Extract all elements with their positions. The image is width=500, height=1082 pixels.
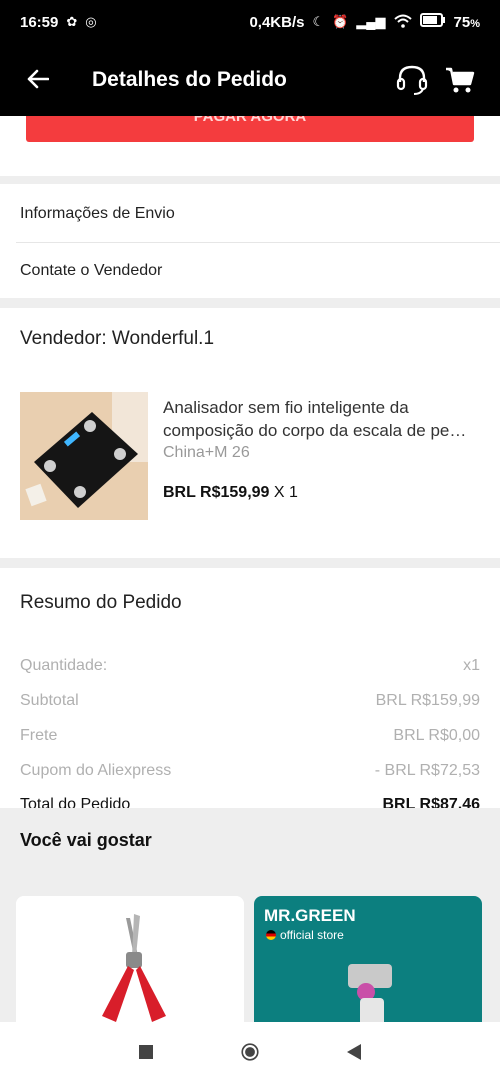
summary-title: Resumo do Pedido — [20, 592, 182, 613]
nail-clipper-image — [16, 896, 244, 1022]
product-qty: X 1 — [273, 484, 298, 501]
product-variant: China+M 26 — [163, 444, 250, 461]
product-image[interactable] — [20, 392, 148, 520]
sync-icon: ◎ — [85, 14, 97, 29]
scale-image — [20, 392, 148, 520]
germany-flag-icon — [266, 930, 276, 940]
app-bar: Detalhes do Pedido — [0, 44, 500, 116]
summary-value: - BRL R$72,53 — [374, 762, 480, 779]
status-bar: 16:59 ✿ ◎ 0,4KB/s ☾ ⏰ ▂▄▆ 75% — [0, 0, 500, 44]
signal-icon: ▂▄▆ — [356, 14, 386, 29]
clipper-product-image — [348, 964, 392, 1022]
system-back-button[interactable] — [345, 1043, 363, 1061]
arrow-left-icon — [27, 69, 50, 88]
headset-icon — [396, 65, 428, 95]
contact-seller-link[interactable]: Contate o Vendedor — [0, 243, 500, 299]
order-details-content[interactable]: PAGAR AGORA Informações de Envio Contate… — [0, 116, 500, 1022]
product-price-line: BRL R$159,99 X 1 — [163, 484, 298, 502]
summary-label: Frete — [20, 727, 58, 744]
summary-value: x1 — [463, 657, 480, 674]
section-divider — [0, 176, 500, 184]
moon-icon: ☾ — [312, 14, 325, 29]
home-button[interactable] — [241, 1043, 259, 1061]
recent-apps-button[interactable] — [137, 1043, 155, 1061]
cart-button[interactable] — [436, 66, 484, 94]
brand-name: MR.GREEN — [264, 906, 356, 925]
system-nav-bar — [0, 1022, 500, 1082]
recommendations-section: Você vai gostar MR.GREEN official store — [0, 808, 500, 1022]
battery-level: 75 — [453, 13, 471, 31]
shipping-info-link[interactable]: Informações de Envio — [0, 186, 500, 242]
summary-row: Quantidade: x1 — [20, 657, 480, 675]
support-button[interactable] — [388, 64, 436, 96]
recommendations-title: Você vai gostar — [20, 830, 152, 850]
pay-now-button[interactable]: PAGAR AGORA — [26, 116, 474, 142]
status-time: 16:59 — [20, 13, 59, 31]
summary-label: Cupom do Aliexpress — [20, 762, 172, 779]
official-store-label: official store — [280, 928, 344, 942]
notification-icon: ✿ — [66, 14, 78, 29]
page-title: Detalhes do Pedido — [92, 68, 287, 91]
circle-home-icon — [241, 1043, 259, 1061]
battery-icon — [419, 13, 446, 31]
alarm-icon: ⏰ — [332, 14, 349, 29]
section-divider — [0, 558, 500, 568]
summary-label: Quantidade: — [20, 657, 108, 674]
seller-name[interactable]: Vendedor: Wonderful.1 — [20, 328, 214, 350]
cart-icon — [446, 67, 475, 93]
net-speed: 0,4KB/s — [249, 13, 305, 31]
summary-value: BRL R$159,99 — [375, 692, 480, 709]
summary-label: Subtotal — [20, 692, 79, 709]
triangle-back-icon — [347, 1044, 361, 1060]
summary-row: Cupom do Aliexpress - BRL R$72,53 — [20, 762, 480, 780]
product-name[interactable]: Analisador sem fio inteligente da compos… — [163, 396, 483, 442]
official-store-badge: official store — [266, 928, 344, 942]
summary-value: BRL R$0,00 — [393, 727, 480, 744]
wifi-icon — [393, 14, 412, 31]
recommendation-card[interactable]: MR.GREEN official store — [254, 896, 482, 1022]
product-price: BRL R$159,99 — [163, 484, 270, 501]
summary-row: Frete BRL R$0,00 — [20, 727, 480, 745]
recommendation-card[interactable] — [16, 896, 244, 1022]
back-button[interactable] — [16, 65, 60, 96]
summary-row: Subtotal BRL R$159,99 — [20, 692, 480, 710]
square-icon — [139, 1045, 153, 1059]
section-divider — [0, 298, 500, 308]
